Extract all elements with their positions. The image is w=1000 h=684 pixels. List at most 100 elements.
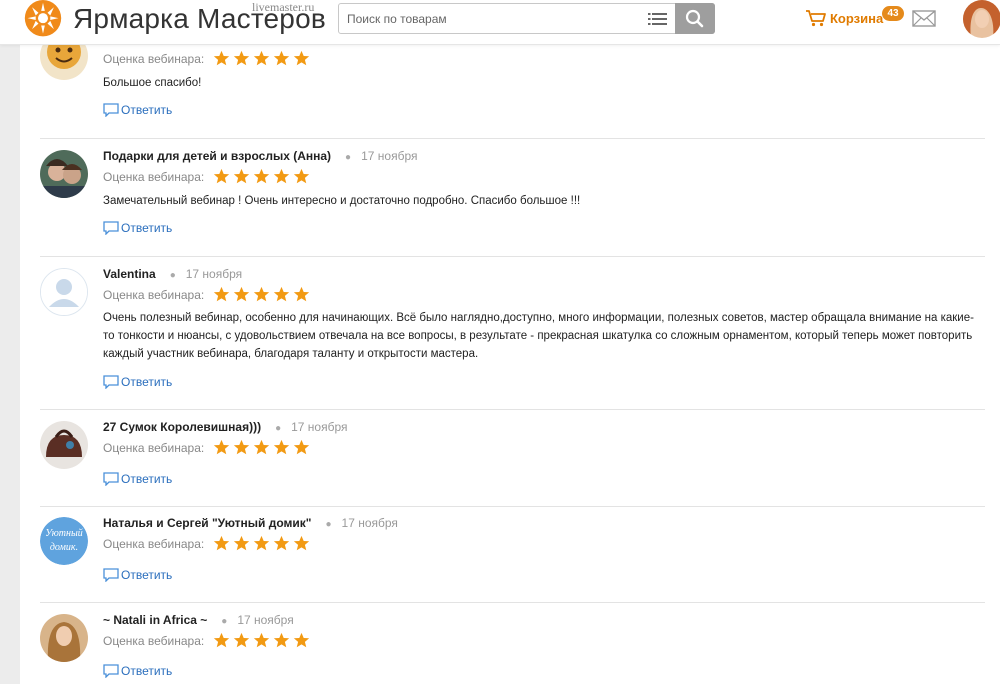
comment-author[interactable]: Подарки для детей и взрослых (Анна) ● 17 н… xyxy=(103,149,417,163)
catalog-list-icon[interactable] xyxy=(648,11,668,27)
star-icon xyxy=(213,633,229,648)
rating-label: Оценка вебинара: xyxy=(103,170,205,184)
avatar[interactable] xyxy=(40,150,88,198)
reply-button[interactable]: Ответить xyxy=(103,662,172,678)
star-rating xyxy=(213,632,313,650)
comment-author[interactable]: Valentina ● 17 ноября xyxy=(103,267,242,281)
rating-row: Оценка вебинара: xyxy=(103,168,313,188)
rating-label: Оценка вебинара: xyxy=(103,537,205,551)
reply-label: Ответить xyxy=(121,102,173,117)
reply-label: Ответить xyxy=(121,471,173,486)
rating-row: Оценка вебинара: xyxy=(103,286,313,306)
star-icon xyxy=(233,51,249,66)
reply-button[interactable]: Ответить xyxy=(103,219,172,235)
comment-author[interactable]: 27 Сумок Королевишная))) ● 17 ноября xyxy=(103,420,348,434)
rating-row: Оценка вебинара: xyxy=(103,632,313,652)
reply-label: Ответить xyxy=(121,567,173,582)
cart-count-badge: 43 xyxy=(882,6,904,21)
star-icon xyxy=(253,287,269,302)
author-name[interactable]: Наталья и Сергей "Уютный домик" xyxy=(103,516,311,530)
separator-dot: ● xyxy=(325,519,332,530)
speech-bubble-icon xyxy=(103,568,119,582)
star-icon xyxy=(273,51,289,66)
avatar-text-1: Уютный xyxy=(45,528,82,539)
comment-text: Очень полезный вебинар, особенно для нач… xyxy=(103,312,974,360)
search-input[interactable] xyxy=(339,4,655,33)
search-button[interactable] xyxy=(675,3,715,34)
rating-row: Оценка вебинара: xyxy=(103,439,313,459)
search-box xyxy=(338,3,715,34)
rating-label: Оценка вебинара: xyxy=(103,441,205,455)
speech-bubble-icon xyxy=(103,103,119,117)
star-icon xyxy=(253,51,269,66)
star-icon xyxy=(213,287,229,302)
reply-label: Ответить xyxy=(121,220,173,235)
star-icon xyxy=(293,536,309,551)
speech-bubble-icon xyxy=(103,664,119,678)
comment-author[interactable]: Наталья и Сергей "Уютный домик" ● 17 ноябр… xyxy=(103,516,398,530)
divider xyxy=(40,602,985,603)
star-icon xyxy=(273,633,289,648)
avatar[interactable] xyxy=(40,421,88,469)
divider xyxy=(40,409,985,410)
star-icon xyxy=(273,287,289,302)
divider xyxy=(40,138,985,139)
separator-dot: ● xyxy=(345,152,352,163)
star-icon xyxy=(273,169,289,184)
star-rating xyxy=(213,50,313,68)
star-icon xyxy=(213,51,229,66)
rating-label: Оценка вебинара: xyxy=(103,52,205,66)
star-rating xyxy=(213,286,313,304)
cart-label: Корзина xyxy=(830,11,884,26)
star-icon xyxy=(253,440,269,455)
speech-bubble-icon xyxy=(103,375,119,389)
comment-text: Замечательный вебинар ! Очень интересно … xyxy=(103,195,581,207)
reply-button[interactable]: Ответить xyxy=(103,470,172,486)
star-icon xyxy=(273,440,289,455)
comment-date: 17 ноября xyxy=(237,613,294,627)
separator-dot: ● xyxy=(275,423,282,434)
comment-date: 17 ноября xyxy=(185,267,243,281)
star-icon xyxy=(233,169,249,184)
star-icon xyxy=(233,287,249,302)
star-icon xyxy=(293,440,309,455)
star-icon xyxy=(233,440,249,455)
star-icon xyxy=(253,536,269,551)
star-icon xyxy=(293,633,309,648)
divider xyxy=(40,256,985,257)
left-gutter xyxy=(0,44,20,684)
avatar[interactable] xyxy=(40,268,88,316)
reply-button[interactable]: Ответить xyxy=(103,566,172,582)
user-avatar[interactable] xyxy=(963,0,1000,38)
comment-author[interactable]: ~ Natali in Africa ~ ● 17 ноября xyxy=(103,613,294,627)
reply-button[interactable]: Ответить xyxy=(103,373,172,389)
rating-row: Оценка вебинара: xyxy=(103,50,313,70)
cart-icon xyxy=(806,10,826,27)
star-rating xyxy=(213,439,313,457)
star-icon xyxy=(253,169,269,184)
comment-text: Большое спасибо! xyxy=(103,77,202,89)
star-icon xyxy=(213,440,229,455)
star-icon xyxy=(233,536,249,551)
logo-domain: livemaster.ru xyxy=(252,0,315,14)
author-name[interactable]: 27 Сумок Королевишная))) xyxy=(103,420,261,434)
star-rating xyxy=(213,535,313,553)
speech-bubble-icon xyxy=(103,472,119,486)
author-name[interactable]: ~ Natali in Africa ~ xyxy=(103,613,207,627)
logo-sun-icon[interactable] xyxy=(21,0,65,40)
star-icon xyxy=(293,51,309,66)
avatar[interactable] xyxy=(40,614,88,662)
comment-date: 17 ноября xyxy=(361,149,418,163)
star-rating xyxy=(213,168,313,186)
reply-button[interactable]: Ответить xyxy=(103,101,172,117)
mail-icon[interactable] xyxy=(912,10,936,27)
star-icon xyxy=(213,169,229,184)
author-name[interactable]: Подарки для детей и взрослых (Анна) xyxy=(103,149,331,163)
comment-date: 17 ноября xyxy=(341,516,398,530)
separator-dot: ● xyxy=(169,270,176,281)
rating-label: Оценка вебинара: xyxy=(103,634,205,648)
star-icon xyxy=(293,287,309,302)
author-name[interactable]: Valentina xyxy=(103,267,156,281)
avatar[interactable]: Уютный домик. xyxy=(40,517,88,565)
search-icon xyxy=(685,9,704,28)
